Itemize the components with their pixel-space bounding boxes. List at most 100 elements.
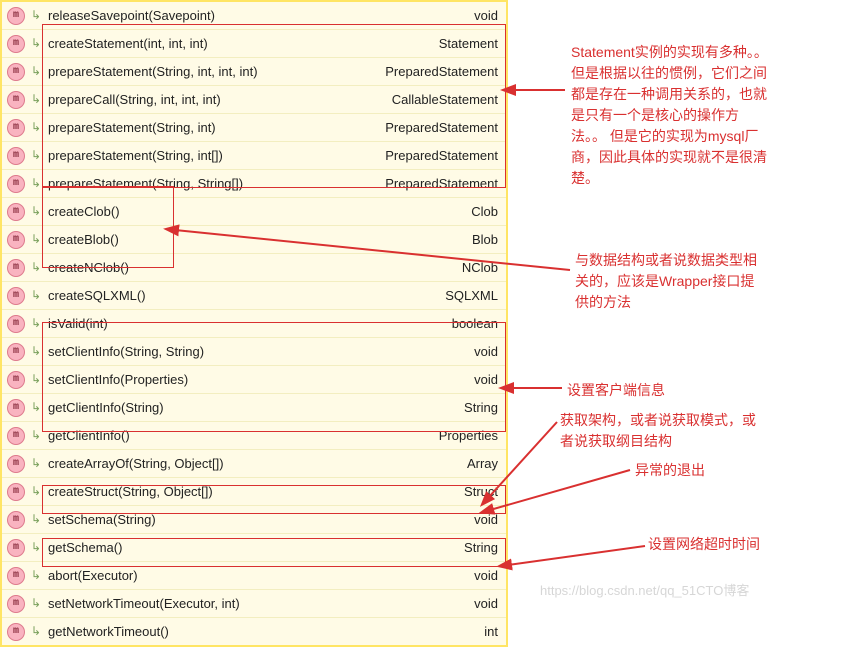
return-type: void xyxy=(474,568,500,583)
method-name: createClob() xyxy=(46,204,471,219)
list-item[interactable]: m ↳ setClientInfo(String, String) void xyxy=(2,337,506,365)
return-type: Array xyxy=(467,456,500,471)
method-icon: m xyxy=(6,90,26,110)
list-item[interactable]: m ↳ prepareCall(String, int, int, int) C… xyxy=(2,85,506,113)
method-name: prepareStatement(String, int) xyxy=(46,120,385,135)
override-icon: ↳ xyxy=(26,64,46,79)
return-type: PreparedStatement xyxy=(385,176,500,191)
return-type: void xyxy=(474,8,500,23)
list-item[interactable]: m ↳ releaseSavepoint(Savepoint) void xyxy=(2,2,506,29)
method-icon: m xyxy=(6,370,26,390)
method-icon: m xyxy=(6,538,26,558)
list-item[interactable]: m ↳ abort(Executor) void xyxy=(2,561,506,589)
override-icon: ↳ xyxy=(26,176,46,191)
method-name: createBlob() xyxy=(46,232,472,247)
annotation-text: 设置网络超时时间 xyxy=(648,534,760,555)
method-icon: m xyxy=(6,174,26,194)
list-item[interactable]: m ↳ createClob() Clob xyxy=(2,197,506,225)
method-name: getSchema() xyxy=(46,540,464,555)
list-item[interactable]: m ↳ getSchema() String xyxy=(2,533,506,561)
return-type: int xyxy=(484,624,500,639)
method-icon: m xyxy=(6,510,26,530)
method-icon: m xyxy=(6,258,26,278)
list-item[interactable]: m ↳ getClientInfo() Properties xyxy=(2,421,506,449)
list-item[interactable]: m ↳ prepareStatement(String, String[]) P… xyxy=(2,169,506,197)
list-item[interactable]: m ↳ prepareStatement(String, int) Prepar… xyxy=(2,113,506,141)
list-item[interactable]: m ↳ isValid(int) boolean xyxy=(2,309,506,337)
return-type: SQLXML xyxy=(445,288,500,303)
list-item[interactable]: m ↳ createBlob() Blob xyxy=(2,225,506,253)
override-icon: ↳ xyxy=(26,624,46,639)
return-type: NClob xyxy=(462,260,500,275)
override-icon: ↳ xyxy=(26,36,46,51)
return-type: Struct xyxy=(464,484,500,499)
method-icon: m xyxy=(6,482,26,502)
override-icon: ↳ xyxy=(26,568,46,583)
override-icon: ↳ xyxy=(26,456,46,471)
method-icon: m xyxy=(6,426,26,446)
method-name: getClientInfo() xyxy=(46,428,439,443)
override-icon: ↳ xyxy=(26,204,46,219)
return-type: PreparedStatement xyxy=(385,64,500,79)
override-icon: ↳ xyxy=(26,120,46,135)
override-icon: ↳ xyxy=(26,400,46,415)
method-name: createNClob() xyxy=(46,260,462,275)
method-name: prepareStatement(String, int[]) xyxy=(46,148,385,163)
override-icon: ↳ xyxy=(26,428,46,443)
return-type: String xyxy=(464,400,500,415)
method-icon: m xyxy=(6,314,26,334)
return-type: void xyxy=(474,372,500,387)
annotation-text: 获取架构，或者说获取模式，或 者说获取纲目结构 xyxy=(560,410,840,452)
return-type: String xyxy=(464,540,500,555)
list-item[interactable]: m ↳ createSQLXML() SQLXML xyxy=(2,281,506,309)
method-name: releaseSavepoint(Savepoint) xyxy=(46,8,474,23)
return-type: PreparedStatement xyxy=(385,148,500,163)
list-item[interactable]: m ↳ prepareStatement(String, int[]) Prep… xyxy=(2,141,506,169)
method-icon: m xyxy=(6,286,26,306)
return-type: void xyxy=(474,344,500,359)
list-item[interactable]: m ↳ createStruct(String, Object[]) Struc… xyxy=(2,477,506,505)
annotation-text: 异常的退出 xyxy=(635,460,705,481)
list-item[interactable]: m ↳ createArrayOf(String, Object[]) Arra… xyxy=(2,449,506,477)
method-icon: m xyxy=(6,230,26,250)
override-icon: ↳ xyxy=(26,92,46,107)
method-icon: m xyxy=(6,62,26,82)
return-type: void xyxy=(474,596,500,611)
method-name: createSQLXML() xyxy=(46,288,445,303)
watermark-text: https://blog.csdn.net/qq_51CTO博客 xyxy=(540,580,749,599)
override-icon: ↳ xyxy=(26,232,46,247)
method-icon: m xyxy=(6,202,26,222)
method-name: setClientInfo(Properties) xyxy=(46,372,474,387)
method-name: prepareCall(String, int, int, int) xyxy=(46,92,392,107)
list-item[interactable]: m ↳ setClientInfo(Properties) void xyxy=(2,365,506,393)
method-name: abort(Executor) xyxy=(46,568,474,583)
override-icon: ↳ xyxy=(26,540,46,555)
annotation-text: 设置客户端信息 xyxy=(567,380,665,401)
method-icon: m xyxy=(6,146,26,166)
list-item[interactable]: m ↳ getNetworkTimeout() int xyxy=(2,617,506,645)
return-type: CallableStatement xyxy=(392,92,500,107)
list-item[interactable]: m ↳ createStatement(int, int, int) State… xyxy=(2,29,506,57)
list-item[interactable]: m ↳ getClientInfo(String) String xyxy=(2,393,506,421)
override-icon: ↳ xyxy=(26,148,46,163)
return-type: boolean xyxy=(452,316,500,331)
override-icon: ↳ xyxy=(26,260,46,275)
method-icon: m xyxy=(6,342,26,362)
list-item[interactable]: m ↳ setNetworkTimeout(Executor, int) voi… xyxy=(2,589,506,617)
method-icon: m xyxy=(6,398,26,418)
method-name: createStatement(int, int, int) xyxy=(46,36,439,51)
list-item[interactable]: m ↳ createNClob() NClob xyxy=(2,253,506,281)
method-icon: m xyxy=(6,34,26,54)
override-icon: ↳ xyxy=(26,512,46,527)
list-item[interactable]: m ↳ setSchema(String) void xyxy=(2,505,506,533)
override-icon: ↳ xyxy=(26,372,46,387)
method-name: createStruct(String, Object[]) xyxy=(46,484,464,499)
return-type: Blob xyxy=(472,232,500,247)
list-item[interactable]: m ↳ prepareStatement(String, int, int, i… xyxy=(2,57,506,85)
method-name: isValid(int) xyxy=(46,316,452,331)
return-type: Statement xyxy=(439,36,500,51)
method-icon: m xyxy=(6,622,26,642)
method-icon: m xyxy=(6,566,26,586)
return-type: Properties xyxy=(439,428,500,443)
method-name: setSchema(String) xyxy=(46,512,474,527)
